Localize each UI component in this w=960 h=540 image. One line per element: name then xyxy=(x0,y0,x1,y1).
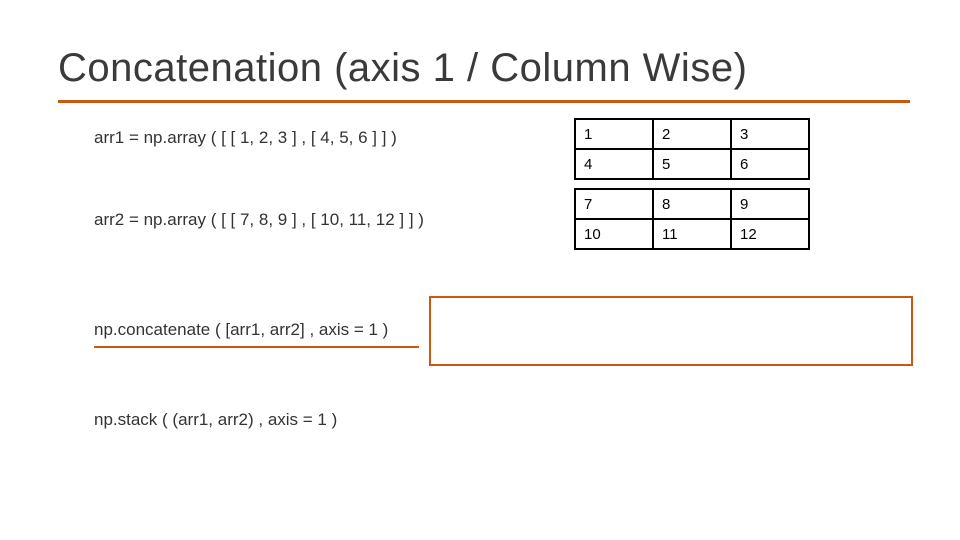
cell: 11 xyxy=(653,219,731,249)
code-stack: np.stack ( (arr1, arr2) , axis = 1 ) xyxy=(94,410,337,430)
cell: 5 xyxy=(653,149,731,179)
cell: 3 xyxy=(731,119,809,149)
cell: 1 xyxy=(575,119,653,149)
cell: 10 xyxy=(575,219,653,249)
table-row: 1 2 3 xyxy=(575,119,809,149)
code-concat: np.concatenate ( [arr1, arr2] , axis = 1… xyxy=(94,320,388,340)
slide: Concatenation (axis 1 / Column Wise) arr… xyxy=(0,0,960,540)
table-arr2: 7 8 9 10 11 12 xyxy=(574,188,810,250)
code-concat-underline xyxy=(94,346,419,348)
slide-title: Concatenation (axis 1 / Column Wise) xyxy=(58,46,747,91)
code-arr1: arr1 = np.array ( [ [ 1, 2, 3 ] , [ 4, 5… xyxy=(94,128,397,148)
cell: 8 xyxy=(653,189,731,219)
cell: 12 xyxy=(731,219,809,249)
title-underline xyxy=(58,100,910,103)
cell: 7 xyxy=(575,189,653,219)
table-row: 7 8 9 xyxy=(575,189,809,219)
table-row: 10 11 12 xyxy=(575,219,809,249)
cell: 4 xyxy=(575,149,653,179)
table-arr1: 1 2 3 4 5 6 xyxy=(574,118,810,180)
cell: 9 xyxy=(731,189,809,219)
cell: 2 xyxy=(653,119,731,149)
code-arr2: arr2 = np.array ( [ [ 7, 8, 9 ] , [ 10, … xyxy=(94,210,424,230)
table-row: 4 5 6 xyxy=(575,149,809,179)
result-overlay-box xyxy=(429,296,913,366)
cell: 6 xyxy=(731,149,809,179)
